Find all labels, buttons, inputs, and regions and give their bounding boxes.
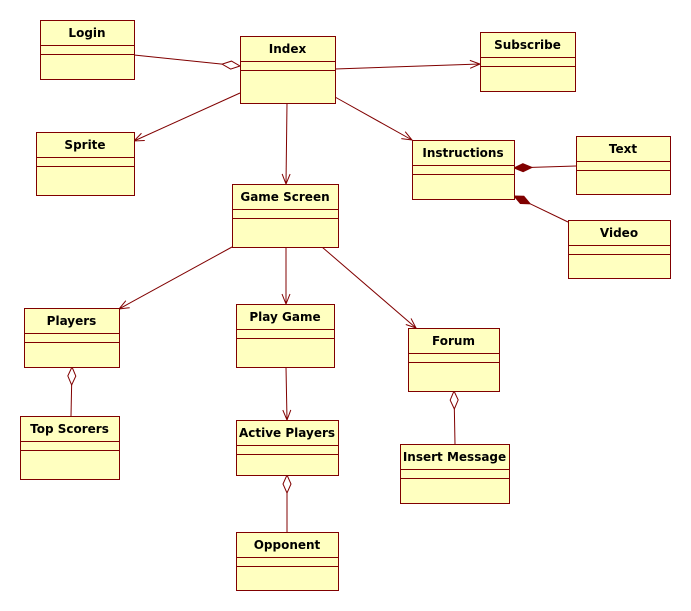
relationship-association [321, 246, 418, 329]
class-name: Subscribe [494, 38, 561, 52]
association-line [285, 102, 288, 185]
hollow-diamond-icon [67, 365, 77, 387]
class-play-game[interactable]: Play Game [236, 304, 335, 368]
relationship-association [334, 59, 482, 70]
class-top-scorers[interactable]: Top Scorers [20, 416, 120, 480]
arrowhead-icon [401, 131, 414, 141]
class-name: Video [600, 226, 638, 240]
class-login[interactable]: Login [40, 20, 135, 80]
class-instructions[interactable]: Instructions [412, 140, 515, 200]
relationship-aggregation [67, 365, 77, 417]
class-forum[interactable]: Forum [408, 328, 500, 392]
class-opponent[interactable]: Opponent [236, 532, 339, 591]
relationship-association [281, 102, 291, 186]
hollow-diamond-icon [282, 473, 292, 495]
relationship-association [132, 92, 241, 142]
composition-line [530, 203, 569, 223]
class-name: Forum [432, 334, 475, 348]
association-line [285, 366, 288, 421]
aggregation-line [133, 54, 223, 65]
class-index[interactable]: Index [240, 36, 336, 104]
filled-diamond-icon [512, 163, 534, 173]
association-line [133, 92, 241, 142]
relationship-aggregation [133, 54, 242, 70]
relationship-association [282, 366, 292, 422]
relationship-association [334, 96, 414, 141]
association-line [334, 63, 481, 70]
class-name: Index [269, 42, 307, 56]
association-line [334, 96, 413, 141]
class-game-screen[interactable]: Game Screen [232, 184, 339, 248]
class-name: Instructions [422, 146, 503, 160]
class-active-players[interactable]: Active Players [236, 420, 339, 476]
arrowhead-icon [117, 300, 130, 310]
relationship-aggregation [449, 389, 459, 445]
relationship-composition [512, 163, 577, 173]
composition-line [531, 165, 577, 168]
aggregation-line [453, 408, 456, 445]
class-name: Game Screen [240, 190, 329, 204]
hollow-diamond-icon [449, 389, 459, 411]
diagram-canvas: Login Index Subscribe Sprite Instructions Tex… [20, 20, 671, 591]
class-name: Opponent [254, 538, 321, 552]
class-subscribe[interactable]: Subscribe [480, 32, 576, 92]
association-line [321, 246, 417, 329]
class-name: Top Scorers [30, 422, 109, 436]
filled-diamond-icon [512, 195, 532, 205]
class-players[interactable]: Players [24, 308, 120, 368]
class-name: Active Players [239, 426, 335, 440]
relationship-association [281, 247, 291, 306]
relationship-aggregation [282, 473, 292, 532]
class-name: Play Game [249, 310, 320, 324]
class-name: Players [47, 314, 97, 328]
aggregation-line [70, 384, 73, 417]
class-name: Text [609, 142, 637, 156]
class-name: Insert Message [403, 450, 506, 464]
association-line [118, 246, 233, 310]
hollow-diamond-icon [220, 60, 242, 70]
class-video[interactable]: Video [568, 220, 671, 279]
uml-diagram: Login Index Subscribe Sprite Instructions Tex… [0, 0, 691, 611]
class-insert-message[interactable]: Insert Message [400, 444, 510, 504]
relationship-association [117, 246, 233, 310]
class-name: Sprite [64, 138, 105, 152]
relationship-composition [512, 195, 569, 223]
class-sprite[interactable]: Sprite [36, 132, 135, 196]
class-name: Login [68, 26, 105, 40]
class-text[interactable]: Text [576, 136, 671, 195]
